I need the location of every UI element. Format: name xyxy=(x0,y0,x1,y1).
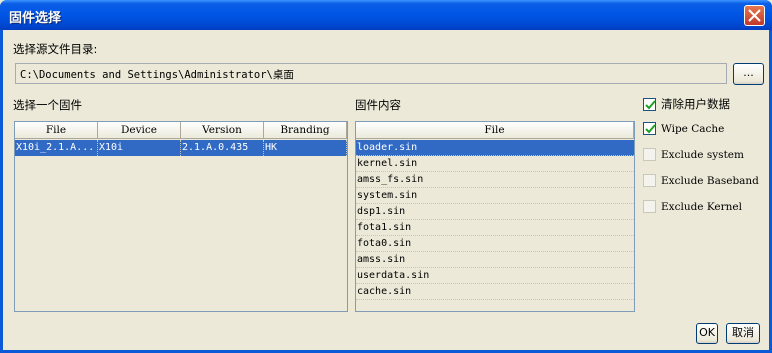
exclude-kernel-label: Exclude Kernel xyxy=(661,200,742,213)
wipe-cache-label: Wipe Cache xyxy=(661,122,725,135)
cancel-button[interactable]: 取消 xyxy=(726,323,760,344)
exclude-system-checkbox[interactable]: Exclude system xyxy=(643,148,744,161)
browse-button[interactable]: ... xyxy=(733,63,764,85)
close-button[interactable] xyxy=(744,5,765,26)
file-name: userdata.sin xyxy=(357,270,430,281)
checkmark-icon xyxy=(645,124,656,134)
file-name: system.sin xyxy=(357,190,418,201)
list-item[interactable]: cache.sin xyxy=(356,284,634,300)
file-name: cache.sin xyxy=(357,286,412,297)
list-item[interactable]: loader.sin xyxy=(356,140,634,156)
title-bar[interactable]: 固件选择 xyxy=(0,0,772,30)
window-title: 固件选择 xyxy=(9,11,62,26)
exclude-baseband-label: Exclude Baseband xyxy=(661,174,759,187)
column-header-file[interactable]: File xyxy=(15,122,98,139)
list-item[interactable]: amss_fs.sin xyxy=(356,172,634,188)
dialog-window: 固件选择 选择源文件目录: C:\Documents and Settings\… xyxy=(0,0,772,353)
cell-version: 2.1.A.0.435 xyxy=(181,140,264,156)
checkbox-box[interactable] xyxy=(643,174,656,187)
list-item[interactable]: fota1.sin xyxy=(356,220,634,236)
file-name: amss.sin xyxy=(357,254,406,265)
file-name: fota1.sin xyxy=(357,222,412,233)
wipe-cache-checkbox[interactable]: Wipe Cache xyxy=(643,122,724,135)
cell-device: X10i xyxy=(98,140,181,156)
firmware-table[interactable]: File Device Version Branding X10i_2.1.A.… xyxy=(14,121,348,312)
column-header-version[interactable]: Version xyxy=(181,122,264,139)
cell-branding: HK xyxy=(264,140,347,156)
checkbox-box[interactable] xyxy=(643,97,656,111)
content-table-header: File xyxy=(356,122,634,139)
list-item[interactable]: system.sin xyxy=(356,188,634,204)
dialog-body: 选择源文件目录: C:\Documents and Settings\Admin… xyxy=(3,30,769,350)
file-name: kernel.sin xyxy=(357,158,418,169)
checkmark-icon xyxy=(645,99,656,109)
exclude-system-label: Exclude system xyxy=(661,148,744,161)
exclude-kernel-checkbox[interactable]: Exclude Kernel xyxy=(643,200,742,213)
content-table[interactable]: File loader.sin kernel.sin amss_fs.sinsyst… xyxy=(355,121,635,312)
file-name: fota0.sin xyxy=(357,238,412,249)
list-item[interactable]: fota0.sin xyxy=(356,236,634,252)
checkbox-box[interactable] xyxy=(643,200,656,213)
list-item[interactable]: amss.sin xyxy=(356,252,634,268)
cell-file: X10i_2.1.A... xyxy=(15,140,98,156)
ok-button[interactable]: OK xyxy=(696,323,718,344)
column-header-branding[interactable]: Branding xyxy=(264,122,347,139)
list-item[interactable]: dsp1.sin xyxy=(356,204,634,220)
file-name: amss_fs.sin xyxy=(357,174,424,185)
list-item[interactable]: userdata.sin xyxy=(356,268,634,284)
source-dir-label: 选择源文件目录: xyxy=(13,42,98,56)
source-path-field[interactable]: C:\Documents and Settings\Administrator\… xyxy=(15,63,727,84)
close-icon xyxy=(748,9,761,22)
checkbox-box[interactable] xyxy=(643,122,656,135)
firmware-table-header: File Device Version Branding xyxy=(15,122,347,139)
column-header-device[interactable]: Device xyxy=(98,122,181,139)
wipe-user-data-label: 清除用户数据 xyxy=(661,97,730,111)
firmware-content-label: 固件内容 xyxy=(355,98,401,112)
file-name: loader.sin xyxy=(357,142,418,153)
list-item[interactable]: kernel.sin xyxy=(356,156,634,172)
exclude-baseband-checkbox[interactable]: Exclude Baseband xyxy=(643,174,759,187)
wipe-user-data-checkbox[interactable]: 清除用户数据 xyxy=(643,96,730,112)
checkbox-box[interactable] xyxy=(643,148,656,161)
table-row[interactable]: X10i_2.1.A... X10i 2.1.A.0.435 HK xyxy=(15,140,347,156)
file-name: dsp1.sin xyxy=(357,206,406,217)
firmware-list-label: 选择一个固件 xyxy=(13,98,82,112)
column-header-content-file[interactable]: File xyxy=(356,122,634,139)
